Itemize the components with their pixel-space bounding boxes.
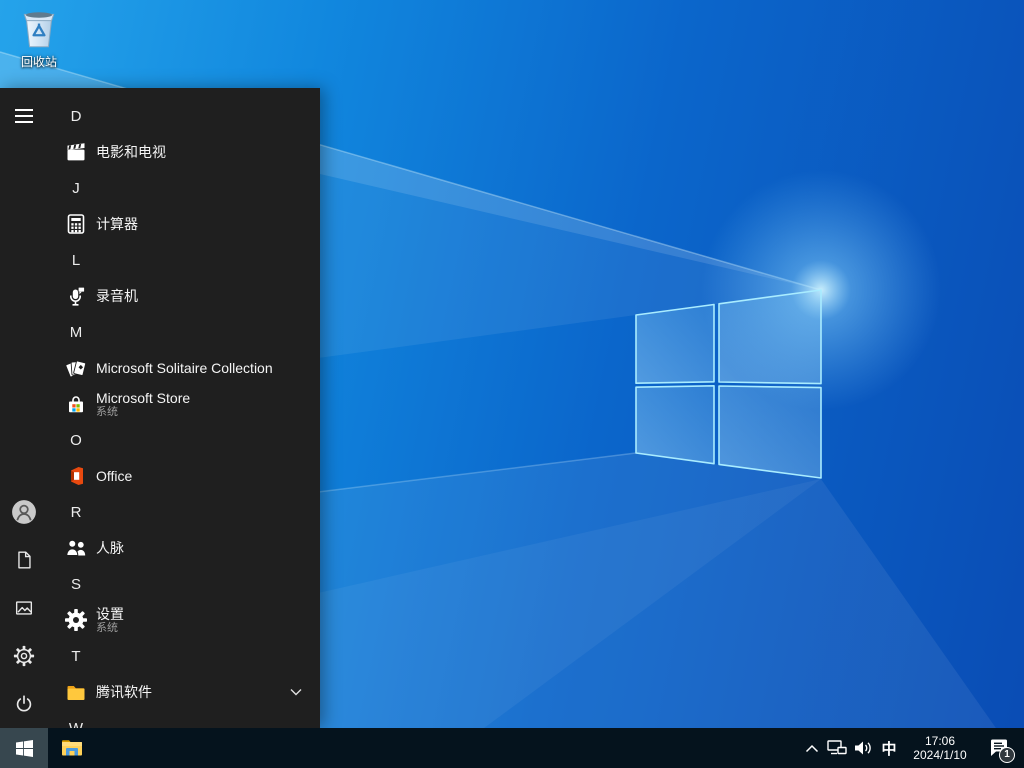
chevron-down-icon[interactable] xyxy=(290,683,302,701)
app-item-movies-tv[interactable]: 电影和电视 xyxy=(48,134,320,170)
folder-icon xyxy=(64,680,88,704)
hamburger-menu-button[interactable] xyxy=(0,92,48,140)
network-ethernet-icon xyxy=(827,740,847,755)
start-menu: D 电影和电视 J 计算器 L 录音机 M Microsoft Solitair… xyxy=(0,88,320,728)
pictures-icon xyxy=(15,601,33,615)
taskbar-clock[interactable]: 17:06 2024/1/10 xyxy=(902,728,978,768)
pictures-button[interactable] xyxy=(0,584,48,632)
section-header-L[interactable]: L xyxy=(48,242,320,278)
network-button[interactable] xyxy=(824,728,850,768)
settings-gear-outline-icon xyxy=(13,645,35,667)
section-header-W[interactable]: W xyxy=(48,710,320,729)
ime-indicator[interactable]: 中 xyxy=(876,728,902,768)
chevron-up-icon xyxy=(805,744,819,752)
start-button[interactable] xyxy=(0,728,48,768)
app-item-voice-recorder[interactable]: 录音机 xyxy=(48,278,320,314)
settings-gear-icon xyxy=(64,608,88,632)
recycle-bin-label: 回收站 xyxy=(20,55,57,69)
volume-icon xyxy=(854,741,871,755)
movies-tv-icon xyxy=(64,140,88,164)
app-item-calculator[interactable]: 计算器 xyxy=(48,206,320,242)
app-item-microsoft-store[interactable]: Microsoft Store 系统 xyxy=(48,386,320,422)
windows-logo-icon xyxy=(15,739,33,757)
voice-recorder-icon xyxy=(64,284,88,308)
start-menu-app-list: D 电影和电视 J 计算器 L 录音机 M Microsoft Solitair… xyxy=(48,88,320,728)
taskbar: 中 17:06 2024/1/10 1 xyxy=(0,728,1024,768)
documents-button[interactable] xyxy=(0,536,48,584)
system-tray: 中 17:06 2024/1/10 1 xyxy=(800,728,1024,768)
recycle-bin-icon xyxy=(23,12,55,48)
action-center-button[interactable]: 1 xyxy=(978,728,1020,768)
rail-settings-button[interactable] xyxy=(0,632,48,680)
app-sub-label: 系统 xyxy=(96,621,118,634)
tray-expand-button[interactable] xyxy=(800,728,824,768)
hamburger-icon xyxy=(15,109,33,123)
notification-badge: 1 xyxy=(999,747,1015,763)
section-header-R[interactable]: R xyxy=(48,494,320,530)
start-menu-rail xyxy=(0,88,48,728)
solitaire-cards-icon xyxy=(64,356,88,380)
volume-button[interactable] xyxy=(850,728,876,768)
file-explorer-button[interactable] xyxy=(48,728,96,768)
user-account-button[interactable] xyxy=(0,488,48,536)
recycle-bin-desktop-icon[interactable]: 回收站 xyxy=(6,6,72,70)
section-header-O[interactable]: O xyxy=(48,422,320,458)
clock-time: 17:06 xyxy=(924,734,956,748)
app-item-solitaire[interactable]: Microsoft Solitaire Collection xyxy=(48,350,320,386)
section-header-S[interactable]: S xyxy=(48,566,320,602)
people-icon xyxy=(64,536,88,560)
user-avatar-icon xyxy=(12,500,36,524)
desktop: 回收站 D 电影和电视 J 计算器 L 录音机 M Microsoft Soli… xyxy=(0,0,1024,768)
file-explorer-icon xyxy=(62,740,82,756)
document-icon xyxy=(18,551,31,569)
power-button[interactable] xyxy=(0,680,48,728)
microsoft-store-icon xyxy=(64,392,88,416)
clock-date: 2024/1/10 xyxy=(913,748,967,762)
section-header-D[interactable]: D xyxy=(48,98,320,134)
app-sub-label: 系统 xyxy=(96,405,118,418)
power-icon xyxy=(16,695,32,712)
app-folder-tencent[interactable]: 腾讯软件 xyxy=(48,674,320,710)
section-header-M[interactable]: M xyxy=(48,314,320,350)
app-item-office[interactable]: Office xyxy=(48,458,320,494)
office-icon xyxy=(64,464,88,488)
app-item-settings[interactable]: 设置 系统 xyxy=(48,602,320,638)
calculator-icon xyxy=(64,212,88,236)
section-header-J[interactable]: J xyxy=(48,170,320,206)
section-header-T[interactable]: T xyxy=(48,638,320,674)
app-item-people[interactable]: 人脉 xyxy=(48,530,320,566)
